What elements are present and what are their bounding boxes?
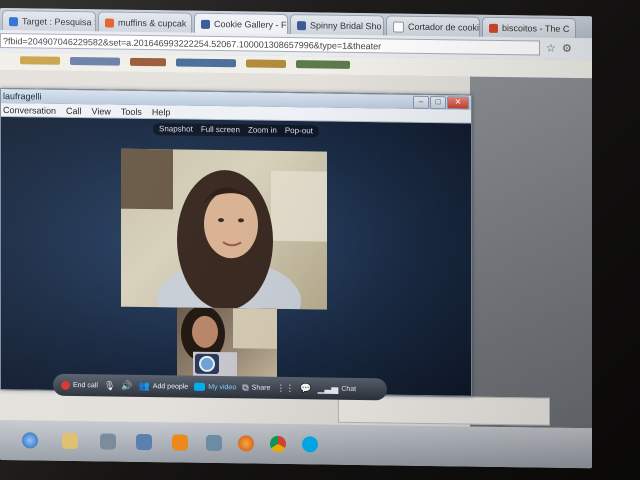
share-screen-icon: ⧉: [242, 381, 249, 392]
menu-help[interactable]: Help: [152, 105, 171, 118]
dialpad-button[interactable]: ⋮⋮: [276, 382, 294, 393]
close-icon[interactable]: ✕: [447, 96, 469, 110]
tab-favicon-icon: [393, 20, 404, 33]
video-camera-icon: [194, 382, 206, 391]
star-icon[interactable]: ☆: [546, 42, 556, 55]
pop-out-button[interactable]: Pop-out: [285, 125, 313, 137]
add-people-button[interactable]: 👥 Add people: [139, 380, 189, 392]
bookmark-item[interactable]: [130, 57, 166, 67]
video-stage: Snapshot Full screen Zoom in Pop-out End…: [1, 117, 471, 401]
my-video-button[interactable]: My video: [194, 382, 237, 392]
wrench-icon[interactable]: ⚙: [562, 42, 572, 55]
video-toolbar: Snapshot Full screen Zoom in Pop-out: [153, 123, 319, 138]
window-controls: – □ ✕: [413, 95, 469, 110]
chat-label: Chat: [341, 385, 357, 393]
laptop-screen: Target : Pesquisa S muffins & cupcak Coo…: [0, 8, 592, 469]
phone-hangup-icon: [61, 380, 70, 390]
browser-tab[interactable]: biscoitos - The C: [482, 16, 576, 40]
remote-video-image: [121, 148, 327, 310]
call-control-bar: End call 🎙 🔊 👥 Add people My video ⧉ Sha…: [53, 373, 387, 401]
vlc-icon[interactable]: [172, 434, 188, 451]
snapshot-button[interactable]: Snapshot: [159, 123, 193, 135]
end-call-button[interactable]: End call: [61, 380, 98, 390]
chat-button[interactable]: 💬: [300, 383, 311, 394]
bookmark-item[interactable]: [20, 56, 60, 65]
volume-button[interactable]: 🔊: [121, 380, 132, 391]
start-orb-icon[interactable]: [22, 432, 38, 449]
tab-favicon-icon: [105, 17, 114, 28]
browser-tab-active[interactable]: Cookie Gallery - Fa: [194, 12, 288, 36]
app-icon[interactable]: [136, 433, 152, 451]
add-people-label: Add people: [152, 382, 189, 391]
full-screen-button[interactable]: Full screen: [201, 124, 240, 137]
chrome-icon[interactable]: [270, 435, 286, 452]
my-video-label: My video: [208, 383, 237, 391]
end-call-label: End call: [73, 381, 98, 389]
tab-favicon-icon: [9, 16, 18, 26]
call-quality-button[interactable]: ▁▃▅ Chat: [318, 383, 357, 395]
menu-conversation[interactable]: Conversation: [3, 103, 56, 117]
menu-view[interactable]: View: [92, 104, 111, 117]
browser-tab[interactable]: Cortador de cookie: [386, 15, 480, 38]
dialpad-icon: ⋮⋮: [276, 382, 295, 393]
people-icon: 👥: [138, 380, 150, 391]
folder-icon[interactable]: [62, 432, 78, 450]
signal-strength-icon: ▁▃▅: [317, 382, 339, 394]
mute-button[interactable]: 🎙: [104, 380, 115, 391]
bookmark-item[interactable]: [246, 59, 286, 68]
app-icon[interactable]: [100, 433, 116, 450]
maximize-icon[interactable]: □: [430, 96, 446, 110]
browser-tab[interactable]: Spinny Bridal Sho: [290, 14, 384, 37]
tab-favicon-icon: [489, 23, 498, 33]
os-taskbar: [0, 420, 592, 469]
minimize-icon[interactable]: –: [413, 95, 429, 109]
microphone-icon: 🎙: [103, 379, 116, 391]
app-icon[interactable]: [206, 434, 222, 452]
bookmark-item[interactable]: [70, 56, 120, 66]
share-button[interactable]: ⧉ Share: [242, 382, 270, 393]
self-view-image: [181, 307, 277, 383]
chat-bubble-icon: 💬: [300, 382, 312, 393]
self-view-video: [177, 307, 277, 383]
window-title-text: laufragelli: [3, 91, 42, 102]
zoom-in-button[interactable]: Zoom in: [248, 124, 277, 136]
tab-favicon-icon: [201, 19, 210, 29]
skype-icon[interactable]: [302, 436, 318, 453]
share-label: Share: [251, 384, 271, 392]
browser-tab[interactable]: muffins & cupcak: [98, 11, 192, 34]
bookmark-item[interactable]: [176, 58, 236, 68]
menu-tools[interactable]: Tools: [121, 105, 142, 118]
bookmark-item[interactable]: [296, 60, 350, 69]
remote-video-feed: [121, 148, 327, 310]
skype-call-window: laufragelli – □ ✕ Conversation Call View…: [0, 88, 472, 401]
firefox-icon[interactable]: [238, 435, 254, 452]
browser-tab[interactable]: Target : Pesquisa S: [2, 10, 96, 33]
speaker-icon: 🔊: [121, 380, 133, 391]
tab-favicon-icon: [297, 20, 306, 30]
photo-viewer-sidebar: [470, 76, 592, 429]
menu-call[interactable]: Call: [66, 104, 82, 117]
